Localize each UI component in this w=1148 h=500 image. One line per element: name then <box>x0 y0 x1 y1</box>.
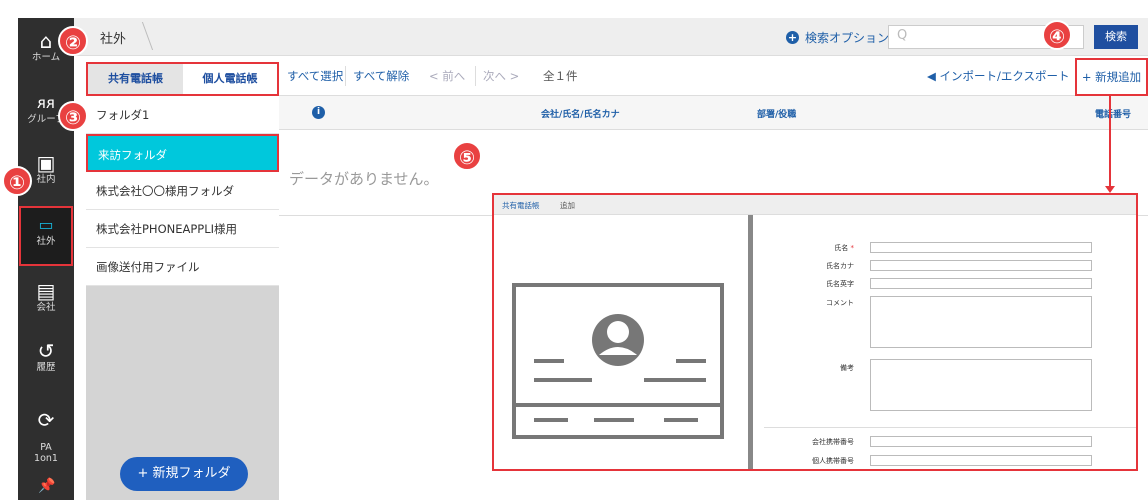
list-toolbar: すべて選択 すべて解除 < 前へ 次へ > 全１件 ◀ インポート/エクスポート… <box>279 56 1148 96</box>
tab-personal-phonebook[interactable]: 個人電話帳 <box>183 64 277 94</box>
callout-3: ③ <box>58 101 88 131</box>
company-building-icon: ▤ <box>36 279 56 303</box>
folder-item[interactable]: 画像送付用ファイル <box>86 248 279 286</box>
field-label-comment: コメント <box>826 299 854 307</box>
external-card-icon: ▭ <box>38 215 54 234</box>
field-label-name: 氏名 * <box>834 244 854 252</box>
nav-pa-1on1[interactable]: ⟳ PA 1on1 <box>18 398 74 464</box>
reply-arrow-icon: ◀ <box>927 69 940 83</box>
new-folder-button[interactable]: + 新規フォルダ <box>120 457 248 491</box>
deselect-all-button[interactable]: すべて解除 <box>353 68 409 84</box>
callout-1: ① <box>2 166 32 196</box>
callout-arrow-head <box>1105 186 1115 193</box>
prev-page-button[interactable]: < 前へ <box>429 68 465 84</box>
add-new-button[interactable]: + 新規追加 <box>1075 58 1148 96</box>
preview-divider <box>748 215 753 469</box>
result-count: 全１件 <box>543 69 578 83</box>
callout-arrow <box>1109 96 1111 188</box>
toolbar-divider <box>345 66 346 86</box>
toolbar-divider <box>475 66 476 86</box>
preview-header: 共有電話帳 追加 <box>494 195 1136 215</box>
column-department[interactable]: 部署/役職 <box>757 107 796 120</box>
select-all-button[interactable]: すべて選択 <box>287 68 343 84</box>
nav-history[interactable]: ↺ 履歴 <box>18 340 74 373</box>
next-page-button[interactable]: 次へ > <box>483 68 519 84</box>
personal-mobile-input[interactable] <box>870 455 1092 466</box>
search-icon: Q <box>897 28 908 43</box>
callout-2: ② <box>58 26 88 56</box>
field-label-memo: 備考 <box>840 364 854 372</box>
contact-form: 氏名 * 氏名カナ 氏名英字 コメント 備考 会社携帯番号 個人携帯番号 <box>756 215 1136 469</box>
name-english-input[interactable] <box>870 278 1092 289</box>
folder-item[interactable]: 株式会社〇〇様用フォルダ <box>86 172 279 210</box>
pa-1on1-icon: ⟳ <box>37 408 55 432</box>
phonebook-tabs: 共有電話帳 個人電話帳 <box>86 62 279 96</box>
column-company-name[interactable]: 会社/氏名/氏名カナ <box>541 107 620 120</box>
left-nav: ⌂ ホーム ᴙᴙ グループ ▣ 社内 ▭ 社外 ▤ 会社 ↺ 履歴 ⟳ PA 1… <box>18 18 74 500</box>
name-kana-input[interactable] <box>870 260 1092 271</box>
field-label-kana: 氏名カナ <box>826 262 854 270</box>
header-bar: 社外 + 検索オプション Q 検索 <box>74 18 1148 56</box>
column-phone[interactable]: 電話番号 <box>1095 107 1131 120</box>
pin-icon[interactable]: 📌 <box>38 478 55 494</box>
plus-circle-icon: + <box>786 31 799 44</box>
info-icon[interactable]: i <box>312 106 325 119</box>
folder-list: フォルダ1 来訪フォルダ 株式会社〇〇様用フォルダ 株式会社PHONEAPPLI… <box>86 96 279 500</box>
callout-5: ⑤ <box>452 141 482 171</box>
import-export-button[interactable]: ◀ インポート/エクスポート <box>927 68 1070 84</box>
business-card-icon <box>512 283 724 439</box>
folder-item[interactable]: 株式会社PHONEAPPLI様用 <box>86 210 279 248</box>
history-icon: ↺ <box>37 339 55 363</box>
nav-external[interactable]: ▭ 社外 <box>19 206 73 266</box>
field-label-company-mobile: 会社携帯番号 <box>812 438 854 446</box>
form-section-divider <box>764 427 1136 428</box>
preview-crumb-shared: 共有電話帳 <box>502 201 540 210</box>
add-form-preview: 共有電話帳 追加 氏名 * 氏名カナ 氏名英字 コメント 備考 会社携帯番号 個… <box>492 193 1138 471</box>
table-header: i 会社/氏名/氏名カナ 部署/役職 電話番号 <box>279 96 1148 130</box>
name-input[interactable] <box>870 242 1092 253</box>
field-label-english: 氏名英字 <box>826 280 854 288</box>
field-label-personal-mobile: 個人携帯番号 <box>812 457 854 465</box>
callout-4: ④ <box>1042 20 1072 50</box>
preview-crumb-add: 追加 <box>560 201 575 210</box>
folder-item[interactable]: フォルダ1 <box>86 96 279 134</box>
business-card-placeholder <box>494 215 748 469</box>
search-button[interactable]: 検索 <box>1094 25 1138 49</box>
empty-message: データがありません。 <box>289 170 439 188</box>
memo-textarea[interactable] <box>870 359 1092 411</box>
tab-shared-phonebook[interactable]: 共有電話帳 <box>88 64 183 94</box>
folder-item-active[interactable]: 来訪フォルダ <box>86 134 279 172</box>
search-options-button[interactable]: + 検索オプション <box>786 29 889 46</box>
nav-company[interactable]: ▤ 会社 <box>18 280 74 313</box>
breadcrumb[interactable]: 社外 <box>100 28 126 47</box>
company-mobile-input[interactable] <box>870 436 1092 447</box>
breadcrumb-separator <box>128 22 154 50</box>
comment-textarea[interactable] <box>870 296 1092 348</box>
